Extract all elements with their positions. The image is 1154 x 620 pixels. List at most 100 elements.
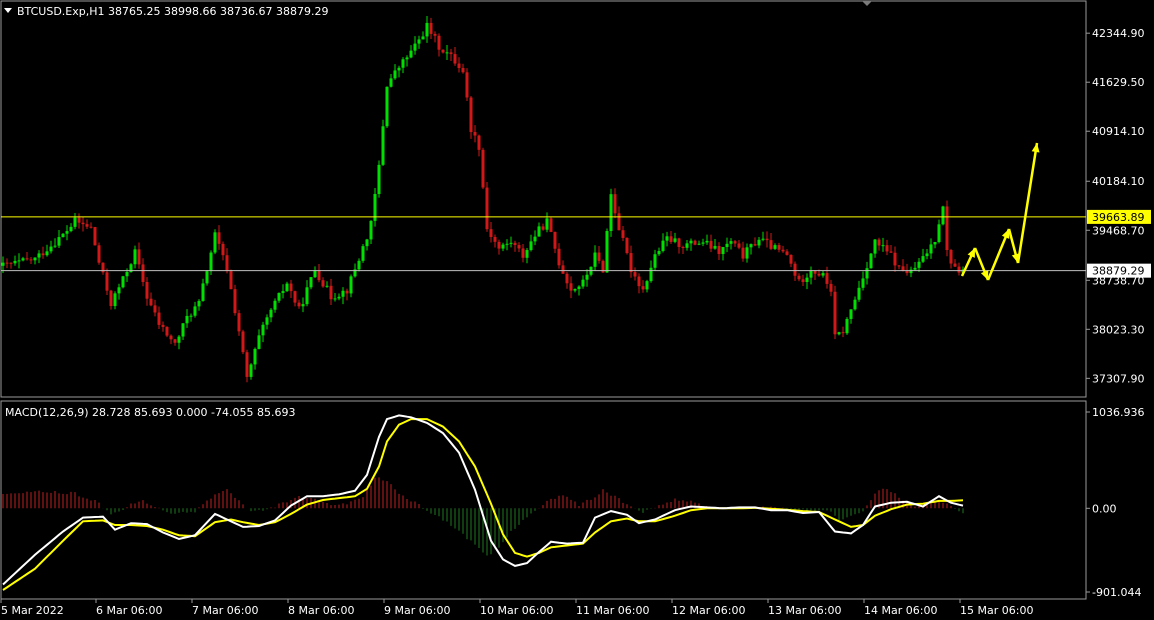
chart-canvas: 42344.90 41629.50 40914.10 40184.10 39468.70… (0, 0, 1154, 620)
candle-body (329, 285, 333, 300)
candle-body (741, 247, 745, 259)
candle-body (877, 239, 881, 246)
y-tick-label: 40914.10 (1092, 125, 1145, 138)
candle-body (181, 323, 185, 337)
candle-body (573, 289, 577, 291)
candle-body (465, 72, 469, 98)
candle-body (745, 247, 749, 259)
candle-body (417, 39, 421, 44)
candle-body (617, 213, 621, 231)
level-price-label: 39663.89 (1092, 211, 1145, 224)
candle-body (433, 33, 437, 36)
candle-body (753, 244, 757, 246)
candle-body (757, 239, 761, 246)
x-tick-label: 13 Mar 06:00 (768, 604, 841, 617)
candle-body (141, 264, 145, 283)
candle-body (145, 282, 149, 299)
candle-body (81, 222, 85, 225)
candle-body (189, 315, 193, 317)
candle-body (393, 70, 397, 79)
candle-body (805, 277, 809, 283)
y-tick-label: 38023.30 (1092, 323, 1145, 336)
candle-body (553, 231, 557, 249)
candle-body (865, 268, 869, 279)
candle-body (941, 206, 945, 225)
candle-body (701, 242, 705, 244)
candle-body (449, 52, 453, 55)
candle-body (945, 206, 949, 251)
candle-body (769, 240, 773, 249)
candle-body (441, 49, 445, 53)
candle-body (789, 254, 793, 264)
candle-body (521, 248, 525, 258)
candle-body (93, 227, 97, 246)
candle-body (377, 164, 381, 194)
candle-body (717, 245, 721, 255)
candle-body (561, 265, 565, 274)
candle-body (201, 283, 205, 301)
candle-body (277, 292, 281, 301)
candle-body (905, 270, 909, 274)
candle-body (841, 332, 845, 334)
x-tick-label: 14 Mar 06:00 (864, 604, 937, 617)
candle-body (429, 22, 433, 34)
candle-body (481, 149, 485, 188)
candle-body (117, 287, 121, 294)
candle-body (609, 194, 613, 232)
candle-body (737, 243, 741, 248)
candle-body (285, 283, 289, 292)
candle-body (493, 236, 497, 242)
candle-body (473, 132, 477, 136)
candle-body (629, 253, 633, 273)
candle-body (497, 241, 501, 249)
candle-body (581, 279, 585, 287)
candle-body (793, 263, 797, 276)
candle-body (25, 258, 29, 260)
candle-body (925, 253, 929, 257)
candle-body (777, 245, 781, 250)
candle-body (45, 251, 49, 256)
macd-header: MACD(12,26,9) 28.728 85.693 0.000 -74.05… (5, 406, 295, 419)
candle-body (685, 243, 689, 248)
candle-body (813, 270, 817, 274)
candle-body (853, 299, 857, 310)
candle-body (113, 293, 117, 307)
candle-body (665, 236, 669, 241)
candle-body (833, 291, 837, 335)
candle-body (913, 267, 917, 270)
candle-body (165, 326, 169, 336)
candle-body (461, 68, 465, 73)
candle-body (209, 252, 213, 272)
candle-body (949, 250, 953, 264)
candle-body (253, 348, 257, 365)
y-tick-label: 42344.90 (1092, 27, 1145, 40)
candle-body (261, 324, 265, 336)
candle-body (309, 277, 313, 288)
candle-body (549, 218, 553, 232)
candle-body (9, 262, 13, 264)
candle-body (445, 52, 449, 54)
candle-body (613, 194, 617, 214)
candle-body (633, 272, 637, 277)
candle-body (365, 239, 369, 247)
candle-body (421, 36, 425, 40)
x-tick-label: 8 Mar 06:00 (288, 604, 354, 617)
candle-body (897, 265, 901, 267)
candle-body (217, 232, 221, 244)
candle-body (849, 309, 853, 319)
candle-body (873, 239, 877, 254)
symbol-header: BTCUSD.Exp,H1 38765.25 38998.66 38736.67… (17, 5, 328, 18)
candle-body (149, 298, 153, 306)
candle-body (413, 43, 417, 51)
candle-body (321, 280, 325, 287)
candle-body (653, 254, 657, 268)
candle-body (305, 287, 309, 305)
candle-body (21, 258, 25, 261)
candle-body (837, 332, 841, 335)
candle-body (597, 252, 601, 261)
current-price-label: 38879.29 (1092, 265, 1145, 278)
candle-body (349, 276, 353, 294)
candle-body (333, 298, 337, 300)
candle-body (957, 266, 961, 273)
candle-body (673, 238, 677, 242)
